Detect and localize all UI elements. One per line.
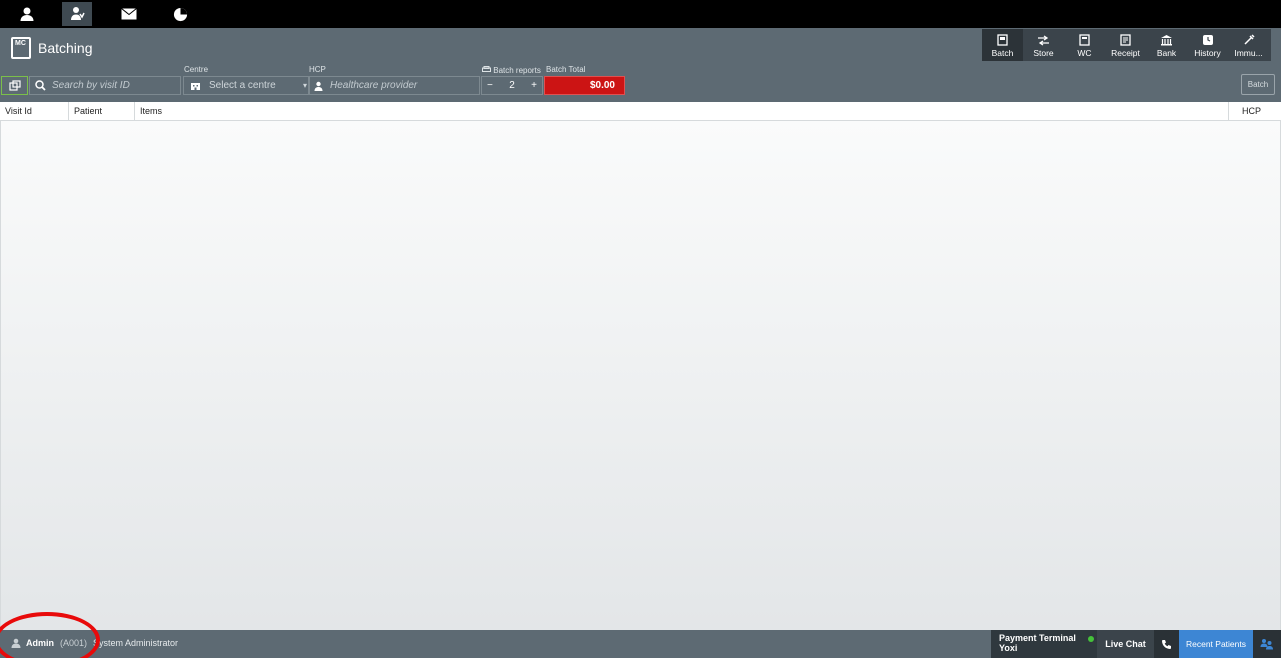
centre-select[interactable]: Select a centre ▾: [183, 76, 309, 95]
toolbar-receipt[interactable]: Receipt: [1105, 29, 1146, 61]
doctor-icon[interactable]: [62, 2, 92, 26]
module-toolbar: Batch Store WC Receipt Bank History Immu…: [982, 29, 1271, 61]
page-title: Batching: [38, 40, 93, 56]
copy-button[interactable]: [1, 76, 28, 95]
toolbar-wc[interactable]: WC: [1064, 29, 1105, 61]
batch-list-area: [0, 121, 1281, 630]
toolbar-label: Batch: [991, 48, 1014, 58]
toolbar-label: History: [1194, 48, 1221, 58]
bank-icon: [1161, 35, 1172, 46]
phone-icon: [1162, 639, 1171, 649]
column-items[interactable]: Items: [134, 102, 1228, 121]
user-role: System Administrator: [93, 638, 179, 648]
batch-reports-value: 2: [509, 80, 515, 91]
hcp-input[interactable]: [330, 80, 450, 91]
syringe-icon: [1243, 34, 1255, 45]
page-title-area: MC Batching: [11, 37, 92, 59]
toolbar-immunisation[interactable]: Immu...: [1228, 29, 1269, 61]
building-icon: [191, 82, 200, 90]
batch-button[interactable]: Batch: [1241, 74, 1275, 95]
live-chat-button[interactable]: Live Chat: [1097, 630, 1154, 658]
store-icon: [1038, 35, 1049, 46]
toolbar-batch[interactable]: Batch: [982, 29, 1023, 61]
recent-patients-button[interactable]: Recent Patients: [1179, 630, 1253, 658]
increment-button[interactable]: +: [531, 80, 537, 91]
toolbar-label: Immu...: [1234, 48, 1263, 58]
column-hcp[interactable]: HCP: [1228, 102, 1281, 121]
top-navigation-bar: [0, 0, 1281, 28]
copy-icon: [8, 80, 21, 91]
batch-reports-label: Batch reports: [482, 66, 541, 75]
chevron-down-icon: ▾: [302, 81, 307, 90]
batch-reports-stepper: − 2 +: [481, 76, 543, 95]
search-icon: [35, 80, 46, 91]
column-patient[interactable]: Patient: [68, 102, 134, 121]
toolbar-label: Bank: [1156, 48, 1177, 58]
payment-terminal-title: Payment Terminal: [999, 633, 1076, 643]
column-visit-id[interactable]: Visit Id: [0, 102, 68, 121]
centre-value: Select a centre: [209, 80, 276, 91]
hcp-field[interactable]: [309, 76, 480, 95]
toolbar-bank[interactable]: Bank: [1146, 29, 1187, 61]
toolbar-label: Store: [1033, 48, 1054, 58]
doctor-icon: [314, 81, 323, 91]
receipt-icon: [1120, 34, 1131, 46]
status-indicator: [1088, 636, 1094, 642]
batch-total-value: $0.00: [544, 76, 625, 95]
batch-reports-text: Batch reports: [493, 66, 541, 75]
history-icon: [1202, 35, 1213, 45]
page-header: MC Batching Batch Store WC Receipt Bank …: [0, 28, 1281, 102]
phone-button[interactable]: [1154, 630, 1179, 658]
toolbar-store[interactable]: Store: [1023, 29, 1064, 61]
person-icon[interactable]: [12, 2, 42, 26]
visit-search-field[interactable]: [29, 76, 181, 95]
batch-total-label: Batch Total: [546, 65, 586, 74]
table-header: Visit Id Patient Items HCP: [0, 102, 1281, 121]
toolbar-label: WC: [1077, 48, 1092, 58]
search-input[interactable]: [52, 80, 172, 91]
decrement-button[interactable]: −: [487, 80, 493, 91]
payment-terminal[interactable]: Payment Terminal Yoxi: [991, 630, 1097, 658]
wc-icon: [1079, 34, 1090, 46]
centre-label: Centre: [184, 65, 209, 74]
mail-icon[interactable]: [114, 2, 144, 26]
toolbar-label: Receipt: [1111, 48, 1140, 58]
footer-bar: Admin (A001) System Administrator Paymen…: [0, 630, 1281, 658]
batching-icon: MC: [11, 37, 31, 59]
patients-icon[interactable]: [1253, 630, 1281, 658]
pie-chart-icon[interactable]: [165, 2, 195, 26]
printer-icon: [482, 66, 491, 72]
batch-icon: [997, 34, 1008, 46]
toolbar-history[interactable]: History: [1187, 29, 1228, 61]
payment-terminal-name: Yoxi: [999, 643, 1018, 653]
hcp-label: HCP: [309, 65, 326, 74]
